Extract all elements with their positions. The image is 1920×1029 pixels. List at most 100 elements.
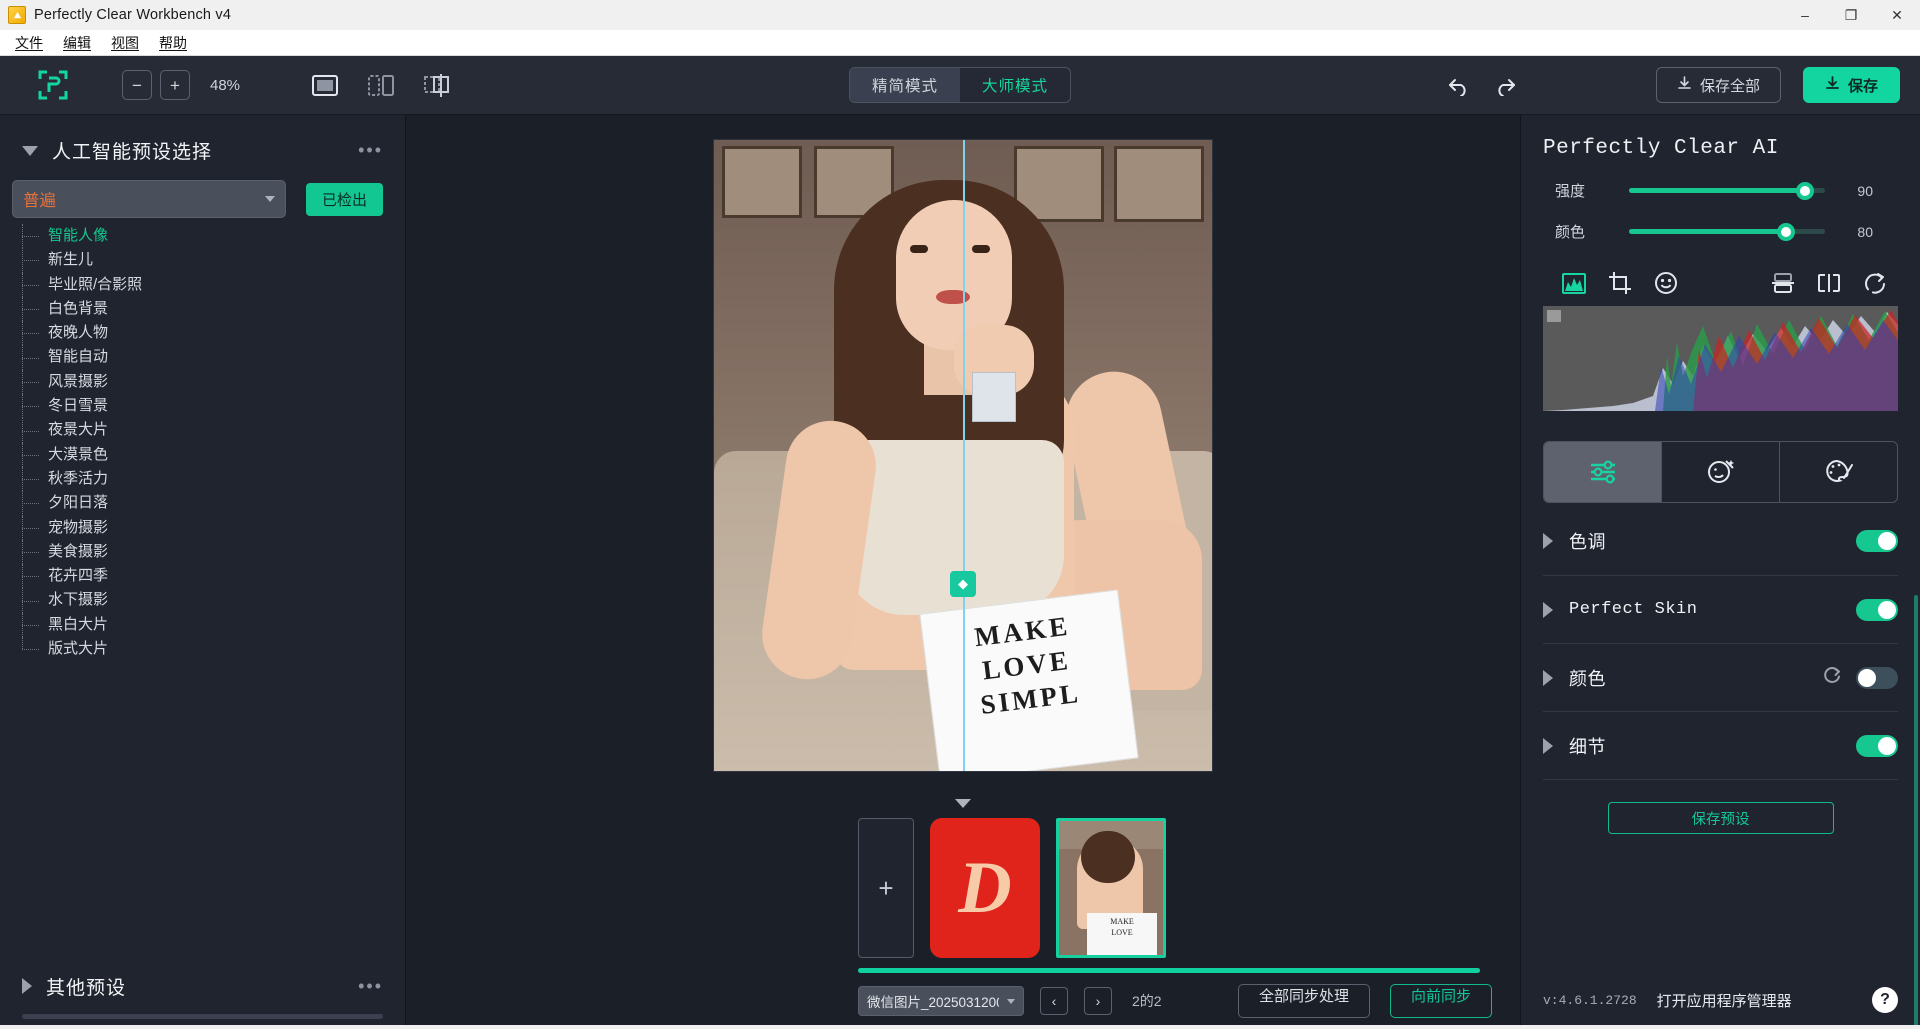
- adjust-section-perfect-skin-controls: [1856, 598, 1898, 621]
- right-panel-scrollbar[interactable]: [1914, 595, 1918, 1029]
- filmstrip: + D MAKE LOVE: [406, 808, 1520, 968]
- menu-bar: 文件 编辑 视图 帮助: [0, 30, 1920, 56]
- palette-tab[interactable]: [1779, 442, 1897, 502]
- adjust-section-detail-toggle[interactable]: [1856, 734, 1898, 757]
- undo-icon[interactable]: [1438, 67, 1482, 103]
- thumbnail-2-selected[interactable]: MAKE LOVE: [1056, 818, 1166, 958]
- adjust-tabs: [1543, 441, 1898, 503]
- face-icon[interactable]: [1643, 268, 1689, 298]
- minimize-button[interactable]: –: [1782, 0, 1828, 30]
- thumbnail-2-image: MAKE LOVE: [1059, 821, 1163, 955]
- preset-item-11[interactable]: 夕阳日落: [22, 491, 405, 516]
- mode-master-button[interactable]: 大师模式: [960, 68, 1071, 102]
- help-button[interactable]: ?: [1872, 987, 1898, 1013]
- color-slider-track[interactable]: [1629, 222, 1825, 241]
- preset-item-16[interactable]: 黑白大片: [22, 612, 405, 638]
- zoom-out-button[interactable]: −: [122, 70, 152, 100]
- app-manager-link[interactable]: 打开应用程序管理器: [1657, 990, 1792, 1011]
- filmstrip-collapse-caret-icon[interactable]: [955, 799, 971, 808]
- preset-item-2[interactable]: 毕业照/合影照: [22, 272, 405, 298]
- preset-item-13[interactable]: 美食摄影: [22, 539, 405, 565]
- preset-dropdown[interactable]: 普遍: [12, 180, 286, 218]
- add-image-button[interactable]: +: [858, 818, 914, 958]
- save-button[interactable]: 保存: [1802, 67, 1900, 103]
- maximize-button[interactable]: ❐: [1828, 0, 1874, 30]
- save-preset-button[interactable]: 保存预设: [1607, 802, 1834, 834]
- save-all-button[interactable]: 保存全部: [1655, 67, 1781, 103]
- expand-triangle-icon[interactable]: [22, 978, 32, 994]
- histogram-icon[interactable]: [1551, 268, 1597, 298]
- adjust-section-detail[interactable]: 细节: [1543, 711, 1898, 779]
- compare-view-icon[interactable]: [420, 71, 454, 99]
- preset-item-5[interactable]: 智能自动: [22, 345, 405, 371]
- preset-item-14[interactable]: 花卉四季: [22, 564, 405, 589]
- preset-item-9[interactable]: 大漠景色: [22, 442, 405, 468]
- mode-simple-button[interactable]: 精简模式: [849, 68, 960, 102]
- preset-item-8[interactable]: 夜景大片: [22, 418, 405, 443]
- preset-item-0[interactable]: 智能人像: [22, 224, 405, 249]
- adjust-section-tone[interactable]: 色调: [1543, 507, 1898, 575]
- magic-portrait-tab[interactable]: [1661, 442, 1779, 502]
- sync-forward-button[interactable]: 向前同步: [1389, 984, 1492, 1018]
- sync-all-button[interactable]: 全部同步处理: [1237, 984, 1370, 1018]
- flip-horizontal-icon[interactable]: [1806, 268, 1852, 298]
- close-button[interactable]: ✕: [1874, 0, 1920, 30]
- expand-triangle-icon[interactable]: [1543, 601, 1553, 618]
- adjust-section-color[interactable]: 颜色: [1543, 643, 1898, 711]
- flip-vertical-icon[interactable]: [1760, 268, 1806, 298]
- menu-help[interactable]: 帮助: [150, 30, 196, 56]
- photo-preview[interactable]: MAKE LOVE SIMPL ◆: [713, 139, 1213, 772]
- expand-triangle-icon[interactable]: [1543, 533, 1553, 549]
- detected-badge[interactable]: 已检出: [305, 182, 383, 216]
- center-workspace: MAKE LOVE SIMPL ◆ + D MAKE LOVE 微信图片_202…: [406, 115, 1520, 1029]
- adjust-section-tone-toggle[interactable]: [1856, 530, 1898, 552]
- adjust-section-color-toggle[interactable]: [1856, 666, 1898, 689]
- preset-item-3[interactable]: 白色背景: [22, 296, 405, 322]
- thumbnail-1[interactable]: D: [930, 818, 1040, 958]
- preset-item-4[interactable]: 夜晚人物: [22, 321, 405, 346]
- adjust-section-perfect-skin-label: Perfect Skin: [1569, 600, 1698, 619]
- before-after-split-line[interactable]: [963, 140, 965, 771]
- wall-frame-1: [722, 146, 802, 218]
- crop-icon[interactable]: [1597, 268, 1643, 298]
- preset-item-17[interactable]: 版式大片: [22, 637, 405, 661]
- preset-item-15[interactable]: 水下摄影: [22, 588, 405, 614]
- other-presets-menu-icon[interactable]: •••: [358, 976, 383, 997]
- preset-item-6[interactable]: 风景摄影: [22, 369, 405, 395]
- strength-slider-knob[interactable]: [1796, 181, 1815, 200]
- sliders-tab[interactable]: [1544, 442, 1661, 502]
- strength-slider-value: 90: [1857, 182, 1873, 199]
- split-view-icon[interactable]: [364, 71, 398, 99]
- mode-toggle: 精简模式 大师模式: [848, 67, 1072, 103]
- ai-preset-menu-icon[interactable]: •••: [358, 140, 383, 161]
- save-all-label: 保存全部: [1699, 77, 1760, 95]
- redo-icon[interactable]: [1482, 67, 1526, 103]
- adjust-section-perfect-skin-toggle[interactable]: [1856, 598, 1898, 621]
- histogram-handle[interactable]: [1547, 310, 1561, 322]
- strength-slider-track[interactable]: [1629, 181, 1825, 200]
- file-name-dropdown[interactable]: 微信图片_202503120013: [858, 986, 1024, 1016]
- color-slider-knob[interactable]: [1776, 222, 1795, 241]
- zoom-in-button[interactable]: +: [160, 70, 190, 100]
- split-handle[interactable]: ◆: [950, 571, 976, 597]
- sidebar-scrollbar[interactable]: [22, 1014, 383, 1019]
- single-view-icon[interactable]: [308, 71, 342, 99]
- next-image-button[interactable]: ›: [1084, 987, 1112, 1015]
- expand-triangle-icon[interactable]: [1543, 669, 1553, 686]
- expand-triangle-icon[interactable]: [1543, 737, 1553, 754]
- preset-item-12[interactable]: 宠物摄影: [22, 515, 405, 541]
- collapse-triangle-icon[interactable]: [22, 145, 38, 156]
- reset-icon[interactable]: [1823, 666, 1842, 690]
- prev-image-button[interactable]: ‹: [1040, 987, 1068, 1015]
- histogram-display[interactable]: [1543, 306, 1898, 411]
- preset-item-7[interactable]: 冬日雪景: [22, 394, 405, 419]
- other-presets-header: 其他预设 •••: [0, 958, 405, 1014]
- menu-edit[interactable]: 编辑: [54, 30, 100, 56]
- preset-item-1[interactable]: 新生儿: [22, 248, 405, 273]
- preset-item-10[interactable]: 秋季活力: [22, 466, 405, 492]
- rotate-icon[interactable]: [1852, 268, 1898, 298]
- menu-view[interactable]: 视图: [102, 30, 148, 56]
- held-packet: [972, 372, 1016, 422]
- adjust-section-perfect-skin[interactable]: Perfect Skin: [1543, 575, 1898, 643]
- menu-file[interactable]: 文件: [6, 30, 52, 56]
